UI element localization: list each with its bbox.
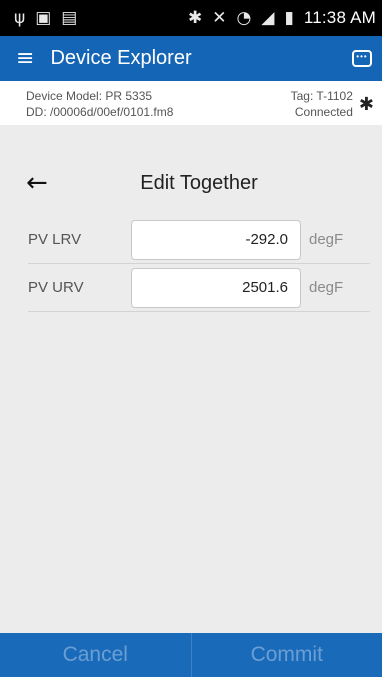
cancel-button[interactable]: Cancel (0, 633, 192, 677)
device-info-bar: Device Model: PR 5335 DD: /00006d/00ef/0… (0, 81, 382, 125)
status-bar-left: ψ ▣ ▤ (14, 7, 78, 28)
device-info-left: Device Model: PR 5335 DD: /00006d/00ef/0… (26, 88, 173, 125)
device-model: Device Model: PR 5335 (26, 89, 153, 103)
device-info-right: Tag: T-1102 Connected ✱ (291, 88, 374, 125)
status-bar-right: ✱ ✕ ◔ ◢ ▮ 11:38 AM (188, 8, 376, 28)
status-bar: ψ ▣ ▤ ✱ ✕ ◔ ◢ ▮ 11:38 AM (0, 0, 382, 36)
bluetooth-connected-icon: ✱ (358, 94, 374, 115)
edit-fields: PV LRV degF PV URV degF (28, 216, 370, 312)
page-header: ← Edit Together (0, 160, 382, 206)
image-notification-icon: ▣ (35, 7, 52, 28)
usb-icon: ψ (14, 7, 26, 28)
chat-icon[interactable]: ••• (352, 50, 372, 67)
wifi-icon: ◔ (236, 7, 252, 28)
pv-urv-input[interactable] (131, 267, 301, 308)
status-time: 11:38 AM (303, 8, 376, 27)
app-bar: ≡ Device Explorer ••• (0, 36, 382, 81)
bluetooth-icon: ✱ (188, 7, 203, 28)
chat-icon-dots: ••• (356, 51, 368, 61)
field-label: PV LRV (28, 231, 82, 248)
device-tag-status: Tag: T-1102 Connected (291, 88, 353, 120)
field-row-pv-urv: PV URV degF (28, 264, 370, 312)
mute-icon: ✕ (212, 7, 227, 28)
field-label: PV URV (28, 279, 84, 296)
connection-status: Connected (294, 105, 353, 119)
back-arrow-icon[interactable]: ← (26, 168, 48, 198)
signal-icon: ◢ (261, 7, 275, 28)
sd-card-icon: ▤ (61, 7, 78, 28)
pv-lrv-input[interactable] (131, 219, 301, 260)
page-title: Edit Together (140, 171, 258, 194)
menu-icon[interactable]: ≡ (16, 47, 34, 70)
action-bar: Cancel Commit (0, 633, 382, 677)
field-unit: degF (309, 279, 344, 296)
field-unit: degF (309, 231, 344, 248)
battery-icon: ▮ (284, 7, 294, 28)
device-tag: Tag: T-1102 (290, 89, 353, 103)
field-row-pv-lrv: PV LRV degF (28, 216, 370, 264)
commit-button[interactable]: Commit (192, 633, 382, 677)
device-dd: DD: /00006d/00ef/0101.fm8 (26, 105, 174, 119)
app-title: Device Explorer (50, 47, 192, 69)
